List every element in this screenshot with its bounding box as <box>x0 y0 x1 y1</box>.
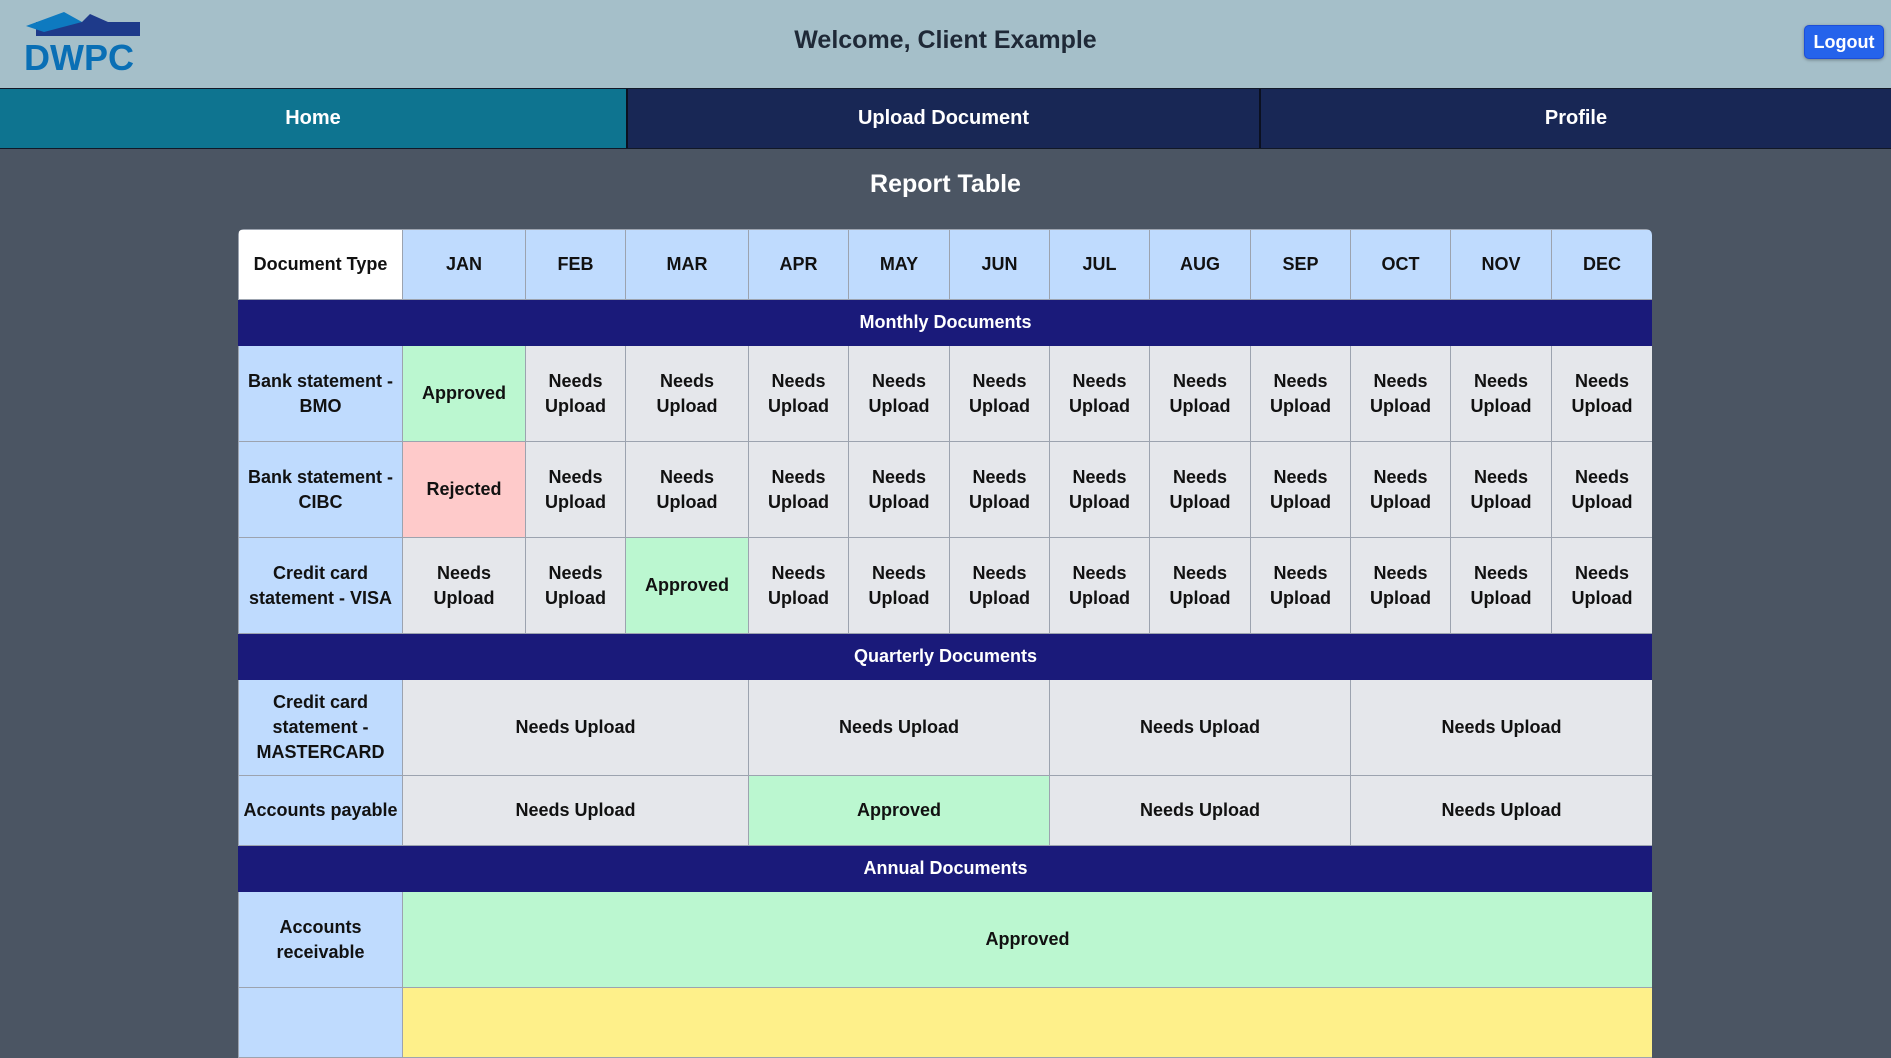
page-title: Report Table <box>870 170 1021 198</box>
table-row: Credit card statement - VISA Needs Upload… <box>238 537 1652 634</box>
status-cell-needs-upload[interactable]: Needs Upload <box>625 345 749 442</box>
status-cell-needs-upload[interactable]: Needs Upload <box>949 441 1050 538</box>
status-cell-needs-upload[interactable]: Needs Upload <box>1049 537 1150 634</box>
status-cell-needs-upload[interactable]: Needs Upload <box>525 345 626 442</box>
document-type-cell: Accounts receivable <box>238 891 403 988</box>
header-month: JUL <box>1049 229 1150 300</box>
status-cell-needs-upload[interactable]: Needs Upload <box>402 679 749 776</box>
welcome-message: Welcome, Client Example <box>794 26 1097 54</box>
status-cell-needs-upload[interactable]: Needs Upload <box>1049 441 1150 538</box>
status-cell-needs-upload[interactable]: Needs Upload <box>1350 679 1652 776</box>
header-month: JUN <box>949 229 1050 300</box>
status-cell-needs-upload[interactable]: Needs Upload <box>1350 537 1451 634</box>
nav-tab-profile[interactable]: Profile <box>1261 89 1891 148</box>
status-cell-needs-upload[interactable]: Needs Upload <box>1149 537 1251 634</box>
header-month: MAR <box>625 229 749 300</box>
table-row: Accounts receivable Approved <box>238 891 1652 988</box>
nav-tab-home[interactable]: Home <box>0 89 628 148</box>
section-row-quarterly-documents: Quarterly Documents <box>238 633 1652 680</box>
table-row <box>238 987 1652 1058</box>
table-row: Bank statement - BMO Approved Needs Upload… <box>238 345 1652 442</box>
status-cell-needs-upload[interactable]: Needs Upload <box>748 345 849 442</box>
nav-tab-upload-document[interactable]: Upload Document <box>628 89 1261 148</box>
status-cell-needs-upload[interactable]: Needs Upload <box>525 441 626 538</box>
status-cell-needs-upload[interactable]: Needs Upload <box>848 537 950 634</box>
section-row-annual-documents: Annual Documents <box>238 845 1652 892</box>
status-cell-needs-upload[interactable]: Needs Upload <box>1049 679 1351 776</box>
header-month: AUG <box>1149 229 1251 300</box>
status-cell-needs-upload[interactable]: Needs Upload <box>1350 345 1451 442</box>
status-cell-needs-upload[interactable]: Needs Upload <box>1551 441 1652 538</box>
status-cell-needs-upload[interactable]: Needs Upload <box>949 537 1050 634</box>
status-cell-needs-upload[interactable]: Needs Upload <box>748 679 1050 776</box>
status-cell-needs-upload[interactable]: Needs Upload <box>1149 345 1251 442</box>
status-cell-needs-upload[interactable]: Needs Upload <box>1049 345 1150 442</box>
status-cell-needs-upload[interactable]: Needs Upload <box>1250 345 1351 442</box>
status-cell-needs-upload[interactable]: Needs Upload <box>1551 345 1652 442</box>
document-type-cell: Credit card statement - VISA <box>238 537 403 634</box>
status-cell-needs-upload[interactable]: Needs Upload <box>1250 537 1351 634</box>
header-month: APR <box>748 229 849 300</box>
section-title: Annual Documents <box>238 845 1652 892</box>
status-cell-needs-upload[interactable]: Needs Upload <box>1450 345 1552 442</box>
status-cell-needs-upload[interactable]: Needs Upload <box>949 345 1050 442</box>
status-cell-approved: Approved <box>625 537 749 634</box>
status-cell-needs-upload[interactable]: Needs Upload <box>402 775 749 846</box>
status-cell-approved: Approved <box>402 345 526 442</box>
status-cell-needs-upload[interactable]: Needs Upload <box>1350 441 1451 538</box>
status-cell-needs-upload[interactable]: Needs Upload <box>848 441 950 538</box>
status-cell-needs-upload[interactable]: Needs Upload <box>748 537 849 634</box>
table-header-row: Document Type JAN FEB MAR APR MAY JUN JU… <box>238 229 1652 300</box>
status-cell-needs-upload[interactable]: Needs Upload <box>1049 775 1351 846</box>
status-cell-needs-upload[interactable]: Needs Upload <box>1450 441 1552 538</box>
main-nav: Home Upload Document Profile <box>0 88 1891 149</box>
table-row: Bank statement - CIBC Rejected Needs Uploa… <box>238 441 1652 538</box>
header-month: DEC <box>1551 229 1652 300</box>
report-table: Document Type JAN FEB MAR APR MAY JUN JU… <box>238 229 1652 1058</box>
status-cell-rejected: Rejected <box>402 441 526 538</box>
status-cell-needs-upload[interactable]: Needs Upload <box>1450 537 1552 634</box>
app-header: DWPC Welcome, Client Example Logout <box>0 0 1891 88</box>
status-cell-needs-upload[interactable]: Needs Upload <box>1551 537 1652 634</box>
document-type-cell: Credit card statement - MASTERCARD <box>238 679 403 776</box>
status-cell-empty <box>402 987 1652 1058</box>
document-type-cell: Bank statement - BMO <box>238 345 403 442</box>
status-cell-needs-upload[interactable]: Needs Upload <box>1250 441 1351 538</box>
header-month: JAN <box>402 229 526 300</box>
status-cell-approved: Approved <box>748 775 1050 846</box>
status-cell-needs-upload[interactable]: Needs Upload <box>748 441 849 538</box>
document-type-cell: Accounts payable <box>238 775 403 846</box>
table-row: Credit card statement - MASTERCARD Needs … <box>238 679 1652 776</box>
section-title: Monthly Documents <box>238 299 1652 346</box>
header-month: FEB <box>525 229 626 300</box>
header-month: OCT <box>1350 229 1451 300</box>
header-month: MAY <box>848 229 950 300</box>
section-title: Quarterly Documents <box>238 633 1652 680</box>
status-cell-needs-upload[interactable]: Needs Upload <box>525 537 626 634</box>
header-month: NOV <box>1450 229 1552 300</box>
document-type-cell <box>238 987 403 1058</box>
header-month: SEP <box>1250 229 1351 300</box>
table-row: Accounts payable Needs Upload Approved Need… <box>238 775 1652 846</box>
section-row-monthly-documents: Monthly Documents <box>238 299 1652 346</box>
logout-button[interactable]: Logout <box>1804 25 1884 59</box>
status-cell-needs-upload[interactable]: Needs Upload <box>1350 775 1652 846</box>
status-cell-approved: Approved <box>402 891 1652 988</box>
status-cell-needs-upload[interactable]: Needs Upload <box>848 345 950 442</box>
status-cell-needs-upload[interactable]: Needs Upload <box>1149 441 1251 538</box>
header-document-type: Document Type <box>238 229 403 300</box>
document-type-cell: Bank statement - CIBC <box>238 441 403 538</box>
status-cell-needs-upload[interactable]: Needs Upload <box>402 537 526 634</box>
status-cell-needs-upload[interactable]: Needs Upload <box>625 441 749 538</box>
